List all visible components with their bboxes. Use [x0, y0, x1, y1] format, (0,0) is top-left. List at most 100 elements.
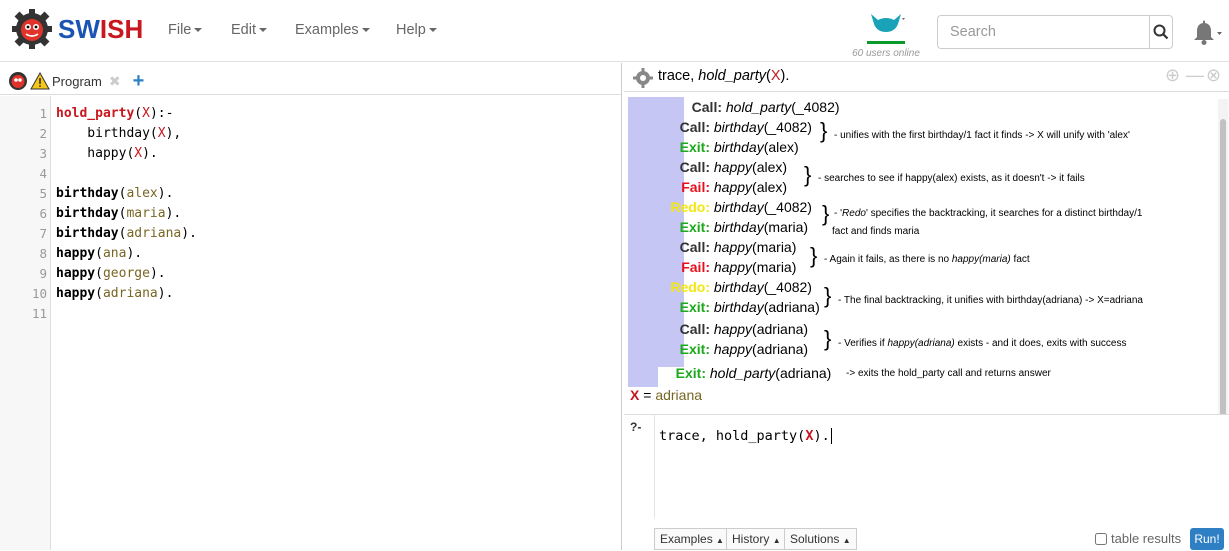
- trace-row: Exit: birthday(alex): [679, 139, 799, 155]
- history-button[interactable]: History ▲: [726, 528, 787, 550]
- online-status-bar: [867, 41, 905, 44]
- search-box: [937, 15, 1173, 49]
- annotation-brace: }: [822, 201, 830, 226]
- trace-row: Call: happy(adriana): [679, 321, 809, 337]
- runner-header: trace, hold_party(X). ⊕ — ⊗: [624, 63, 1229, 92]
- annotation-brace: }: [810, 243, 818, 268]
- runner-pane: trace, hold_party(X). ⊕ — ⊗ Call: hold_p…: [624, 63, 1229, 550]
- line-number-gutter: 1 2 3 4 5 6 7 8 9 10 11: [0, 96, 51, 550]
- caret-down-icon: [259, 28, 267, 33]
- annotation-brace: }: [820, 118, 828, 143]
- line-number: 3: [39, 146, 47, 161]
- annotation-note: - The final backtracking, it unifies wit…: [838, 295, 1143, 306]
- answer-row: X = adriana: [630, 387, 703, 403]
- runner-query-title: trace, hold_party(X).: [658, 68, 790, 84]
- caret-down-icon: [194, 28, 203, 33]
- caret-down-icon: [428, 28, 437, 33]
- code-line: birthday(adriana).: [56, 226, 197, 241]
- code-line: birthday(maria).: [56, 206, 182, 221]
- menu-help[interactable]: Help: [396, 22, 437, 38]
- close-circle-icon[interactable]: ⊗: [1206, 65, 1221, 86]
- line-number: 11: [31, 306, 47, 321]
- query-prompt: ?-: [630, 420, 642, 434]
- minimize-icon[interactable]: —: [1186, 65, 1204, 86]
- trace-row: Exit: birthday(adriana): [679, 299, 820, 315]
- tab-program-label: Program: [52, 73, 102, 89]
- line-number: 6: [39, 206, 47, 221]
- line-number: 2: [39, 126, 47, 141]
- menu-edit[interactable]: Edit: [231, 22, 267, 38]
- trace-row: Exit: hold_party(adriana): [675, 365, 832, 381]
- table-results-checkbox[interactable]: [1095, 532, 1107, 545]
- line-number: 7: [39, 226, 47, 241]
- close-tab-icon[interactable]: ✖: [109, 73, 121, 90]
- code-line: hold_party(X):-: [56, 106, 174, 121]
- query-editor[interactable]: trace, hold_party(X).: [654, 415, 1229, 518]
- annotation-note: - Verifies if happy(adriana) exists - an…: [838, 338, 1127, 349]
- notifications-button[interactable]: [1190, 20, 1224, 51]
- annotation-brace: }: [824, 326, 832, 351]
- trace-row: Fail: happy(maria): [681, 259, 797, 275]
- add-tab-icon[interactable]: +: [133, 70, 145, 93]
- annotation-note: - unifies with the first birthday/1 fact…: [834, 130, 1130, 141]
- annotation-note: fact and finds maria: [832, 226, 920, 237]
- menu-file[interactable]: File: [168, 22, 203, 38]
- search-input[interactable]: [938, 16, 1150, 48]
- menu-file-label: File: [168, 22, 192, 38]
- code-line: happy(george).: [56, 266, 166, 281]
- tab-program[interactable]: Program ✖ +: [8, 67, 144, 95]
- download-icon[interactable]: ⊕: [1165, 65, 1180, 86]
- search-button[interactable]: [1150, 16, 1172, 48]
- annotation-note: - 'Redo' specifies the backtracking, it …: [834, 208, 1143, 219]
- swish-gear-logo-icon: [12, 9, 52, 49]
- line-number: 8: [39, 246, 47, 261]
- trace-row: Exit: birthday(maria): [679, 219, 809, 235]
- code-line: happy(X).: [56, 146, 158, 161]
- logo-text-ish: ISH: [99, 13, 144, 44]
- swish-logo[interactable]: SWISH: [12, 9, 143, 49]
- annotation-brace: }: [804, 162, 812, 187]
- menu-examples[interactable]: Examples: [295, 22, 370, 38]
- caret-down-icon: [361, 28, 370, 33]
- line-number: 4: [39, 166, 47, 181]
- bell-icon: [1194, 20, 1222, 45]
- navbar: SWISH File Edit Examples Help 60 users o…: [0, 0, 1229, 62]
- menu-examples-label: Examples: [295, 22, 359, 38]
- run-button[interactable]: Run!: [1190, 528, 1224, 550]
- trace-row: Redo: birthday(_4082): [670, 199, 812, 215]
- trace-row: Call: hold_party(_4082): [691, 99, 840, 115]
- line-number: 10: [31, 286, 47, 301]
- code-line: birthday(X),: [56, 126, 182, 141]
- gear-debug-icon: [633, 68, 653, 88]
- line-number: 5: [39, 186, 47, 201]
- line-number: 9: [39, 266, 47, 281]
- annotation-note: - searches to see if happy(alex) exists,…: [818, 173, 1085, 184]
- trace-row: Fail: happy(alex): [681, 179, 788, 195]
- table-results-toggle[interactable]: table results: [1095, 531, 1181, 546]
- solutions-button[interactable]: Solutions ▲: [784, 528, 857, 550]
- trace-row: Call: happy(maria): [679, 239, 797, 255]
- user-avatar-icon: [871, 14, 905, 32]
- trace-row: Redo: birthday(_4082): [670, 279, 812, 295]
- users-online-widget[interactable]: 60 users online: [846, 12, 926, 59]
- table-results-label: table results: [1111, 531, 1182, 546]
- code-line: happy(ana).: [56, 246, 143, 261]
- code-line: happy(adriana).: [56, 286, 174, 301]
- users-online-count: 60 users online: [852, 48, 920, 59]
- annotation-note: - Again it fails, as there is no happy(m…: [824, 254, 1030, 265]
- code-line: birthday(alex).: [56, 186, 174, 201]
- trace-row: Call: birthday(_4082): [679, 119, 812, 135]
- code-editor[interactable]: 1 2 3 4 5 6 7 8 9 10 11 hold_party(X):- …: [0, 96, 621, 550]
- menu-help-label: Help: [396, 22, 426, 38]
- query-panel: ?- trace, hold_party(X). Examples ▲ Hist…: [624, 414, 1229, 550]
- line-number: 1: [39, 106, 47, 121]
- trace-row: Exit: happy(adriana): [679, 341, 809, 357]
- annotation-note: -> exits the hold_party call and returns…: [846, 368, 1051, 379]
- search-icon: [1153, 24, 1169, 40]
- swish-logo-text: SWISH: [58, 14, 143, 45]
- program-pane: Program ✖ + 1 2 3 4 5 6 7 8 9 10 11 hold…: [0, 63, 622, 550]
- trace-row: Call: happy(alex): [679, 159, 788, 175]
- annotation-brace: }: [824, 283, 832, 308]
- examples-button[interactable]: Examples ▲: [654, 528, 730, 550]
- menu-edit-label: Edit: [231, 22, 256, 38]
